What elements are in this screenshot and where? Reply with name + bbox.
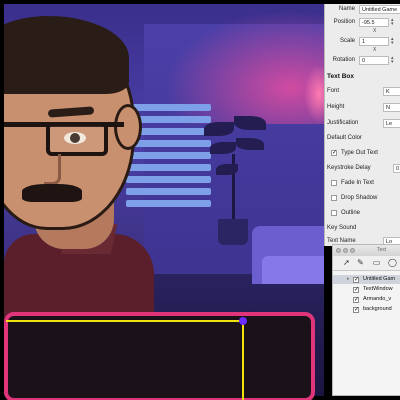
- fade-in-checkbox[interactable]: [331, 180, 337, 186]
- window-blind: [126, 164, 211, 171]
- selection-outline-right: [242, 320, 244, 400]
- drop-shadow-label: Drop Shadow: [341, 195, 378, 201]
- keystroke-delay-field[interactable]: 0: [393, 164, 400, 173]
- layers-panel-title: Text: [377, 247, 387, 253]
- text-box-section-title: Text Box: [327, 73, 354, 80]
- layer-visibility-checkbox[interactable]: ✓: [353, 307, 359, 313]
- layer-visibility-checkbox[interactable]: ✓: [353, 297, 359, 303]
- scale-x-field[interactable]: 1: [359, 37, 389, 46]
- zoom-window-icon[interactable]: [350, 248, 355, 253]
- position-x-field[interactable]: -95.5: [359, 18, 389, 27]
- layer-name: background: [363, 306, 392, 312]
- layer-name: Untitled Gam: [363, 276, 396, 282]
- position-label: Position: [333, 19, 355, 25]
- layer-row[interactable]: ✓ Armando_v: [333, 295, 400, 304]
- font-field[interactable]: K: [383, 87, 400, 96]
- arrow-pointer-icon[interactable]: ➚: [341, 258, 352, 268]
- layer-name: Armando_v: [363, 296, 392, 302]
- window-blind: [126, 104, 211, 111]
- plant-leaf: [236, 138, 264, 150]
- text-window-box[interactable]: [4, 312, 315, 400]
- layer-row[interactable]: ✓ TextWindow: [333, 285, 400, 294]
- rotation-stepper[interactable]: ▴ ▾: [391, 56, 395, 65]
- drop-shadow-checkbox[interactable]: [331, 195, 337, 201]
- layer-visibility-checkbox[interactable]: ✓: [353, 277, 359, 283]
- plant-leaf: [234, 116, 266, 130]
- justification-label: Justification: [327, 120, 359, 126]
- type-out-label: Type Out Text: [341, 150, 378, 156]
- default-color-label: Default Color: [327, 135, 363, 141]
- keystroke-delay-label: Keystroke Delay: [327, 165, 371, 171]
- scale-label: Scale: [339, 38, 355, 44]
- plant-leaf: [216, 164, 238, 175]
- inspector-panel: Name Untitled Game Position -95.5 ▴ ▾ X S…: [324, 4, 400, 246]
- close-window-icon[interactable]: [336, 248, 341, 253]
- character-hair: [4, 16, 129, 94]
- type-out-checkbox[interactable]: ✓: [331, 150, 337, 156]
- character-ear: [114, 104, 142, 150]
- layers-toolbar: ➚ ✎ ▭ ◯: [333, 256, 400, 271]
- selection-resize-handle[interactable]: [239, 317, 247, 325]
- disclosure-triangle-icon[interactable]: ▸: [347, 275, 350, 284]
- window-blind: [126, 188, 211, 195]
- position-stepper[interactable]: ▴ ▾: [391, 18, 395, 27]
- plant-pot: [218, 219, 248, 245]
- app-frame: Name Untitled Game Position -95.5 ▴ ▾ X S…: [0, 0, 400, 400]
- rotation-field[interactable]: 0: [359, 56, 389, 65]
- key-sound-label: Key Sound: [327, 225, 357, 231]
- outline-label: Outline: [341, 210, 361, 216]
- pen-icon[interactable]: ✎: [355, 258, 366, 268]
- height-label: Height: [327, 104, 345, 110]
- fade-in-label: Fade In Text: [341, 180, 374, 186]
- minimize-window-icon[interactable]: [343, 248, 348, 253]
- character-mustache: [22, 184, 82, 202]
- name-field[interactable]: Untitled Game: [359, 5, 400, 14]
- window-blind: [126, 176, 211, 183]
- character-nose: [44, 154, 61, 185]
- height-field[interactable]: N: [383, 103, 400, 112]
- window-blind: [126, 152, 211, 159]
- outline-checkbox[interactable]: [331, 210, 337, 216]
- scale-stepper[interactable]: ▴ ▾: [391, 37, 395, 46]
- sofa-seat: [262, 256, 324, 284]
- layer-visibility-checkbox[interactable]: ✓: [353, 287, 359, 293]
- position-axis-label: X: [373, 28, 377, 34]
- scale-axis-label: X: [373, 47, 377, 53]
- window-blind: [126, 200, 211, 207]
- plant-leaf: [210, 142, 236, 154]
- selection-outline-top: [6, 320, 244, 322]
- font-label: Font: [327, 88, 340, 94]
- rotation-label: Rotation: [332, 57, 355, 63]
- layer-row[interactable]: ✓ background: [333, 305, 400, 314]
- justification-select[interactable]: Le: [383, 119, 400, 128]
- layers-panel: Text ➚ ✎ ▭ ◯ ▸ ✓ Untitled Gam ✓ TextWind…: [332, 244, 400, 396]
- layer-row[interactable]: ▸ ✓ Untitled Gam: [333, 275, 400, 284]
- glasses-lens: [46, 122, 108, 156]
- name-label: Name: [338, 6, 355, 12]
- zoom-icon[interactable]: ◯: [387, 258, 398, 268]
- plant-leaf: [204, 122, 234, 136]
- lamp-glow: [304, 64, 324, 124]
- image-icon[interactable]: ▭: [371, 258, 382, 268]
- layer-name: TextWindow: [363, 286, 393, 292]
